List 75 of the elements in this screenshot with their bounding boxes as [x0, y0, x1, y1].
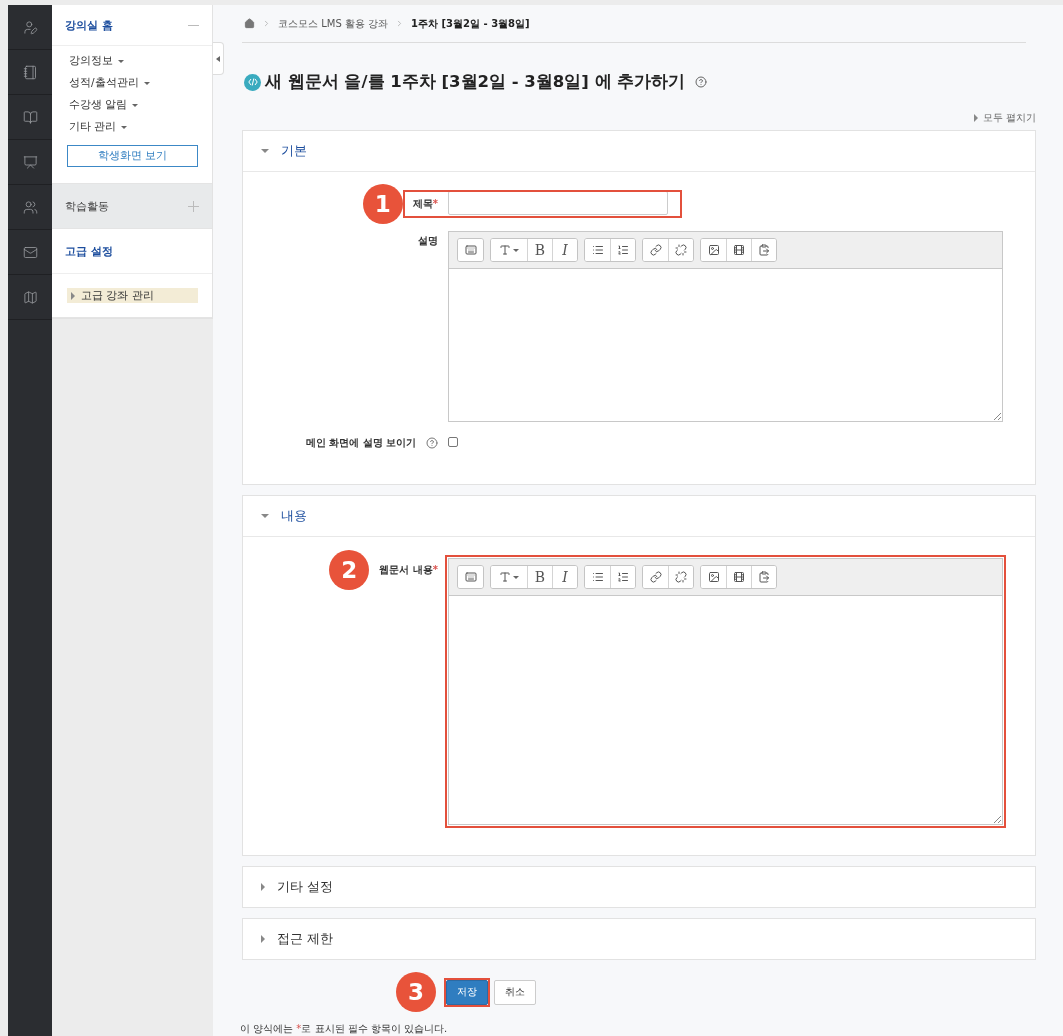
- text-editor[interactable]: B I: [448, 558, 1003, 825]
- numbers-button[interactable]: [610, 239, 635, 261]
- notebook-icon[interactable]: [22, 64, 38, 80]
- save-button[interactable]: 저장: [446, 979, 488, 1005]
- title-input[interactable]: [448, 191, 668, 215]
- tree-item[interactable]: 고급 강좌 관리: [67, 288, 198, 303]
- mail-icon[interactable]: [22, 244, 38, 260]
- resize-handle-icon[interactable]: [993, 815, 1001, 823]
- section-title[interactable]: 기본: [281, 142, 307, 160]
- unlink-icon: [675, 571, 687, 583]
- film-icon: [733, 244, 745, 256]
- expand-all-link[interactable]: 모두 펼치기: [973, 111, 1036, 125]
- student-view-button[interactable]: 학생화면 보기: [67, 145, 198, 167]
- sidebar-section-title[interactable]: 학습활동: [65, 198, 109, 214]
- numbered-list-icon: [617, 571, 629, 583]
- field-label: 설명: [418, 234, 438, 248]
- caret-icon: [216, 55, 220, 62]
- home-icon[interactable]: [244, 18, 255, 29]
- field-label: 메인 화면에 설명 보이기: [305, 436, 416, 450]
- breadcrumb-link[interactable]: 코스모스 LMS 활용 강좌: [278, 16, 389, 31]
- section-title[interactable]: 기타 설정: [277, 878, 334, 896]
- presentation-board-icon[interactable]: [22, 154, 38, 170]
- cancel-button[interactable]: 취소: [494, 979, 536, 1005]
- step-badge: 3: [396, 972, 436, 1012]
- keyboard-icon: [464, 571, 477, 583]
- image-icon: [707, 571, 720, 583]
- film-icon: [733, 571, 745, 583]
- font-icon: [499, 244, 511, 256]
- sidebar-menu-item[interactable]: 성적/출석관리: [69, 75, 212, 91]
- clipboard-icon: [758, 244, 770, 256]
- table-button[interactable]: [458, 566, 483, 588]
- font-icon: [499, 571, 511, 583]
- checkbox[interactable]: [448, 437, 458, 447]
- link-icon: [649, 244, 662, 256]
- step-badge: 1: [362, 184, 403, 224]
- sidebar-menu-item[interactable]: 강의정보: [69, 53, 212, 69]
- step-badge: 2: [329, 550, 370, 590]
- sidebar-menu-item[interactable]: 수강생 알림: [69, 97, 212, 113]
- clipboard-icon: [758, 571, 770, 583]
- sidebar-section-title[interactable]: 강의실 홈: [65, 17, 113, 33]
- users-icon[interactable]: [22, 199, 38, 215]
- section-title[interactable]: 내용: [281, 507, 307, 525]
- keyboard-icon: [464, 244, 477, 256]
- bullet-list-icon: [591, 244, 604, 256]
- numbered-list-icon: [617, 244, 629, 256]
- unlink-button[interactable]: [668, 239, 693, 261]
- field-label: 웹문서 내용*: [379, 563, 438, 577]
- user-pen-icon[interactable]: [22, 19, 38, 35]
- section-title[interactable]: 접근 제한: [277, 930, 334, 948]
- paste-button[interactable]: [751, 566, 776, 588]
- breadcrumb-current: 1주차 [3월2일 - 3월8일]: [411, 16, 530, 31]
- page-heading: 새 웹문서 을/를 1주차 [3월2일 - 3월8일] 에 추가하기: [265, 71, 686, 93]
- text-editor[interactable]: B I: [448, 231, 1003, 422]
- bullet-list-icon: [591, 571, 604, 583]
- italic-button[interactable]: I: [552, 566, 577, 588]
- table-button[interactable]: [458, 239, 483, 261]
- italic-button[interactable]: I: [552, 239, 577, 261]
- numbers-button[interactable]: [610, 566, 635, 588]
- code-icon: [244, 73, 261, 91]
- required-fields-note: 이 양식에는 *로 표시된 필수 항목이 있습니다.: [240, 1022, 449, 1036]
- help-icon[interactable]: [695, 76, 708, 88]
- field-label: 제목*: [412, 197, 438, 211]
- paste-button[interactable]: [751, 239, 776, 261]
- link-icon: [649, 571, 662, 583]
- unlink-button[interactable]: [668, 566, 693, 588]
- chevron-icon: [262, 19, 271, 28]
- image-icon: [707, 244, 720, 256]
- help-icon[interactable]: [426, 437, 438, 449]
- open-book-icon[interactable]: [22, 109, 38, 125]
- sidebar-menu-item[interactable]: 기타 관리: [69, 119, 212, 135]
- sidebar-section-title[interactable]: 고급 설정: [65, 243, 113, 259]
- collapse-tab[interactable]: [213, 42, 224, 75]
- resize-handle-icon[interactable]: [993, 412, 1001, 420]
- map-icon[interactable]: [22, 289, 38, 305]
- unlink-icon: [675, 244, 687, 256]
